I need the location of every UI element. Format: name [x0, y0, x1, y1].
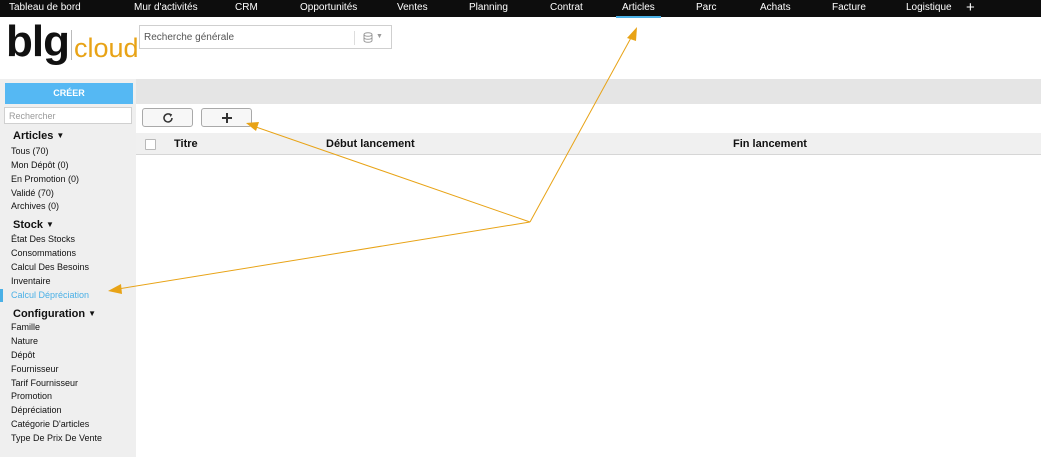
nav-item-contrat[interactable]: Contrat — [550, 2, 583, 14]
sidebar-item-categorie-articles[interactable]: Catégorie D'articles — [11, 419, 89, 430]
sidebar-section-stock[interactable]: Stock ▼ — [13, 219, 54, 231]
breadcrumb-bar — [136, 79, 1041, 104]
nav-item-achats[interactable]: Achats — [760, 2, 791, 14]
nav-item-opportunites[interactable]: Opportunités — [300, 2, 357, 14]
logo-divider — [70, 30, 72, 60]
nav-item-logistique[interactable]: Logistique — [906, 2, 952, 14]
sidebar-item-calcul-des-besoins[interactable]: Calcul Des Besoins — [11, 262, 89, 273]
sidebar-item-depot[interactable]: Dépôt — [11, 350, 35, 361]
nav-item-ventes[interactable]: Ventes — [397, 2, 428, 14]
select-all-checkbox[interactable] — [145, 139, 156, 150]
app-logo[interactable]: blg cloud — [6, 19, 139, 65]
global-search-input[interactable] — [144, 29, 344, 45]
logo-product: cloud — [73, 33, 139, 63]
sidebar-item-archives[interactable]: Archives (0) — [11, 201, 59, 212]
caret-down-icon: ▼ — [56, 131, 65, 140]
nav-item-mur-activites[interactable]: Mur d'activités — [134, 2, 198, 14]
sidebar-search-input[interactable] — [4, 107, 132, 124]
annotation-arrow-to-calcul-depreciation — [117, 221, 531, 290]
sidebar-section-configuration[interactable]: Configuration ▼ — [13, 308, 96, 320]
nav-add-icon[interactable]: + — [966, 0, 975, 16]
sidebar-item-fournisseur[interactable]: Fournisseur — [11, 364, 59, 375]
nav-item-planning[interactable]: Planning — [469, 2, 508, 14]
column-header-fin-lancement[interactable]: Fin lancement — [733, 138, 807, 150]
arrowhead — [627, 27, 637, 41]
caret-down-icon: ▼ — [45, 220, 54, 229]
sidebar-item-famille[interactable]: Famille — [11, 322, 40, 333]
nav-item-facture[interactable]: Facture — [832, 2, 866, 14]
sidebar-item-promotion[interactable]: Promotion — [11, 391, 52, 402]
annotation-arrow-to-articles-tab — [529, 35, 633, 223]
sidebar-item-valide[interactable]: Validé (70) — [11, 188, 54, 199]
sidebar-item-calcul-depreciation[interactable]: Calcul Dépréciation — [11, 290, 89, 301]
search-scope-dropdown[interactable]: ▼ — [354, 31, 391, 45]
nav-item-parc[interactable]: Parc — [696, 2, 717, 14]
column-header-debut-lancement[interactable]: Début lancement — [326, 138, 415, 150]
sidebar-section-title: Articles — [13, 130, 54, 142]
sidebar-item-inventaire[interactable]: Inventaire — [11, 276, 51, 287]
column-header-titre[interactable]: Titre — [174, 138, 198, 150]
sidebar-item-etat-des-stocks[interactable]: État Des Stocks — [11, 234, 75, 245]
active-item-marker — [0, 289, 3, 302]
top-navigation: Tableau de bord Mur d'activités CRM Oppo… — [0, 0, 1041, 18]
sidebar-item-nature[interactable]: Nature — [11, 336, 38, 347]
add-button[interactable] — [201, 108, 252, 127]
sidebar-item-tarif-fournisseur[interactable]: Tarif Fournisseur — [11, 378, 78, 389]
sidebar: CRÉER Articles▼ Tous (70) Mon Dépôt (0) … — [0, 79, 136, 457]
create-button[interactable]: CRÉER — [5, 83, 133, 104]
annotation-arrows — [108, 27, 637, 294]
nav-item-articles[interactable]: Articles — [616, 2, 661, 18]
sidebar-item-en-promotion[interactable]: En Promotion (0) — [11, 174, 79, 185]
sidebar-item-consommations[interactable]: Consommations — [11, 248, 76, 259]
sidebar-section-articles[interactable]: Articles ▼ — [13, 130, 64, 142]
global-search: ▼ — [139, 25, 392, 49]
database-icon — [363, 32, 373, 46]
logo-brand: blg — [6, 17, 70, 66]
refresh-button[interactable] — [142, 108, 193, 127]
nav-item-tableau-de-bord[interactable]: Tableau de bord — [9, 2, 81, 14]
nav-item-crm[interactable]: CRM — [235, 2, 258, 14]
sidebar-item-tous[interactable]: Tous (70) — [11, 146, 49, 157]
sidebar-section-title: Stock — [13, 219, 43, 231]
sidebar-item-mon-depot[interactable]: Mon Dépôt (0) — [11, 160, 69, 171]
sidebar-item-type-prix-vente[interactable]: Type De Prix De Vente — [11, 433, 102, 444]
sidebar-section-title: Configuration — [13, 308, 86, 320]
caret-down-icon: ▼ — [88, 309, 97, 318]
table-header: Titre Début lancement Fin lancement — [136, 133, 1041, 155]
sidebar-item-depreciation[interactable]: Dépréciation — [11, 405, 62, 416]
chevron-down-icon: ▼ — [376, 33, 383, 40]
